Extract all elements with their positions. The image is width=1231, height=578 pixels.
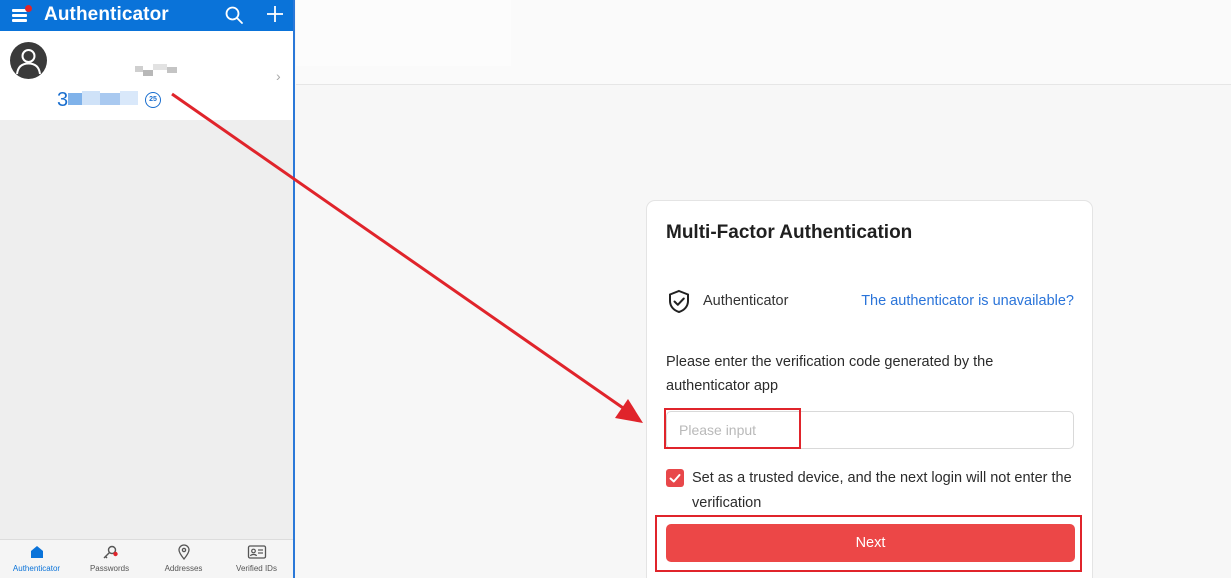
- next-button[interactable]: Next: [666, 524, 1075, 562]
- page-top-bar: [296, 0, 1231, 85]
- home-icon: [30, 546, 43, 558]
- app-header: Authenticator: [0, 0, 293, 31]
- nav-label: Addresses: [164, 564, 203, 573]
- trusted-device-checkbox[interactable]: [666, 469, 684, 487]
- nav-label: Passwords: [89, 564, 130, 573]
- notification-dot: [25, 5, 32, 12]
- countdown-timer: 25: [145, 92, 161, 108]
- add-account-icon[interactable]: [265, 4, 285, 24]
- otp-code-visible: 3: [57, 89, 69, 111]
- menu-icon[interactable]: [12, 5, 32, 23]
- account-name-redacted: [135, 64, 181, 78]
- page-header-area: [296, 0, 511, 66]
- avatar: [10, 42, 47, 79]
- key-icon: [103, 545, 118, 559]
- chevron-right-icon: ›: [276, 68, 281, 84]
- nav-verified-ids[interactable]: Verified IDs: [220, 540, 293, 578]
- app-title: Authenticator: [44, 4, 169, 25]
- authenticator-unavailable-link[interactable]: The authenticator is unavailable?: [861, 293, 1074, 309]
- auth-method-label: Authenticator: [703, 293, 789, 309]
- mfa-card: Multi-Factor Authentication Authenticato…: [646, 200, 1093, 578]
- verification-code-input[interactable]: [666, 411, 1074, 449]
- nav-label: Authenticator: [12, 564, 61, 573]
- shield-check-icon: [669, 289, 689, 314]
- nav-addresses[interactable]: Addresses: [147, 540, 220, 578]
- nav-passwords[interactable]: Passwords: [73, 540, 146, 578]
- authenticator-app-window: Authenticator › 3 25 Authenticator Passw…: [0, 0, 295, 578]
- id-card-icon: [247, 545, 266, 559]
- checkmark-icon: [669, 474, 681, 483]
- nav-authenticator[interactable]: Authenticator: [0, 540, 73, 578]
- bottom-navigation: Authenticator Passwords Addresses Verifi…: [0, 539, 293, 578]
- trusted-device-label: Set as a trusted device, and the next lo…: [692, 470, 1072, 511]
- nav-label: Verified IDs: [236, 564, 277, 573]
- person-icon: [16, 49, 41, 75]
- card-title: Multi-Factor Authentication: [666, 222, 913, 243]
- instruction-text: Please enter the verification code gener…: [666, 354, 994, 394]
- location-pin-icon: [177, 544, 190, 560]
- otp-code-redacted: [68, 89, 140, 109]
- account-card[interactable]: › 3 25: [0, 31, 293, 120]
- search-icon[interactable]: [224, 5, 244, 25]
